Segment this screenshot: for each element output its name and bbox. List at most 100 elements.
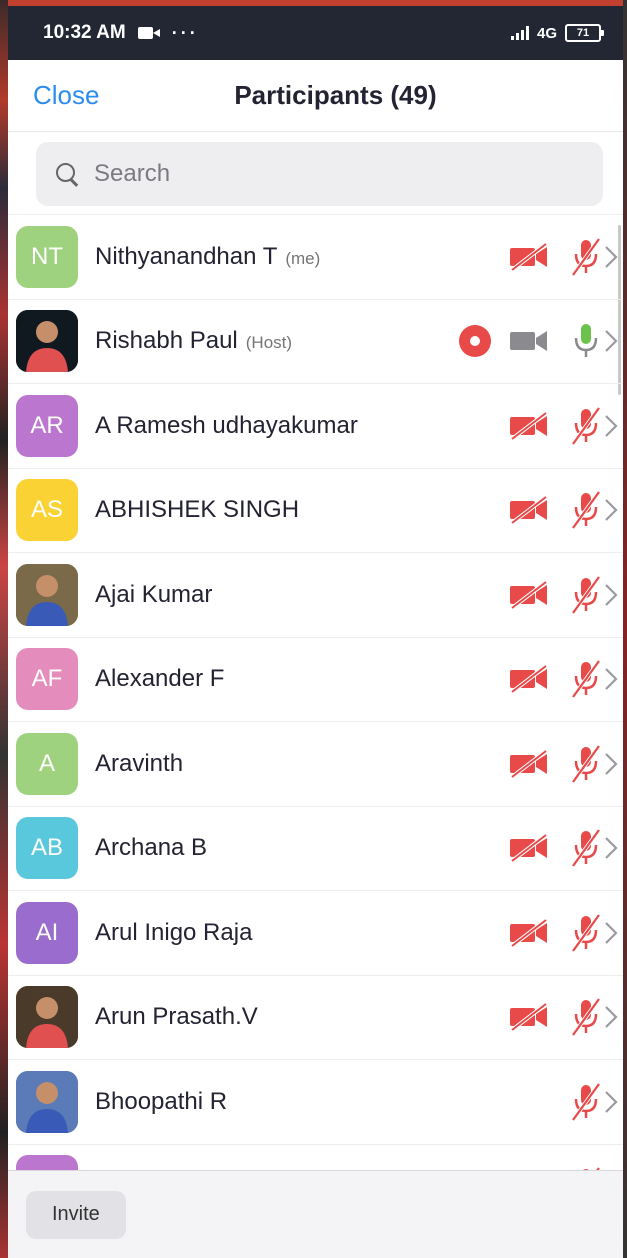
avatar: A: [16, 732, 78, 795]
participant-name: ABHISHEK SINGH: [95, 496, 300, 524]
chevron-right-icon[interactable]: [603, 582, 619, 608]
avatar: NT: [16, 225, 78, 288]
chevron-right-icon[interactable]: [603, 920, 619, 946]
background-wallpaper-right: [623, 0, 627, 1258]
chevron-right-icon[interactable]: [603, 413, 619, 439]
footer: Invite: [8, 1170, 623, 1258]
more-dots-icon: ···: [171, 22, 199, 43]
video-icon[interactable]: [509, 327, 549, 355]
participant-row[interactable]: AR A Ramesh udhayakumar: [8, 384, 623, 469]
participant-controls: [509, 406, 619, 446]
background-wallpaper-left: [0, 0, 8, 1258]
participant-controls: [509, 490, 619, 530]
video-off-icon[interactable]: [509, 242, 549, 271]
avatar: AR: [16, 394, 78, 457]
mic-active-icon[interactable]: [571, 321, 601, 361]
invite-button[interactable]: Invite: [26, 1190, 126, 1239]
participant-row[interactable]: AB Archana B: [8, 807, 623, 891]
participant-row[interactable]: AS ABHISHEK SINGH: [8, 469, 623, 553]
participant-name-group: Arul Inigo Raja: [95, 919, 509, 947]
video-off-icon[interactable]: [509, 1003, 549, 1032]
avatar: AI: [16, 901, 78, 964]
participant-name-group: Nithyanandhan T (me): [95, 243, 509, 271]
mic-muted-icon[interactable]: [571, 490, 601, 530]
search-input[interactable]: [94, 160, 554, 188]
chevron-right-icon[interactable]: [603, 666, 619, 692]
participant-name: Nithyanandhan T: [95, 242, 278, 270]
participant-controls: [509, 237, 619, 277]
participant-row[interactable]: Arun Prasath.V: [8, 976, 623, 1060]
participant-row[interactable]: NT Nithyanandhan T (me): [8, 215, 623, 300]
participant-row[interactable]: Rishabh Paul (Host): [8, 300, 623, 384]
participant-name: A Ramesh udhayakumar: [95, 411, 358, 439]
avatar: [16, 563, 78, 626]
battery-icon: 71: [565, 24, 604, 42]
avatar: AB: [16, 817, 78, 880]
participant-list[interactable]: NT Nithyanandhan T (me) Rishabh Paul (Host) A…: [8, 215, 623, 1183]
chevron-right-icon[interactable]: [603, 244, 619, 270]
participant-row[interactable]: AF Alexander F: [8, 638, 623, 722]
mic-muted-icon[interactable]: [571, 237, 601, 277]
mic-muted-icon[interactable]: [571, 913, 601, 953]
participant-name-group: ABHISHEK SINGH: [95, 496, 509, 524]
participant-name-group: Rishabh Paul (Host): [95, 327, 459, 355]
participant-name: Arun Prasath.V: [95, 1003, 258, 1031]
participant-row[interactable]: Ajai Kumar: [8, 553, 623, 638]
mic-muted-icon[interactable]: [571, 1082, 601, 1122]
mic-muted-icon[interactable]: [571, 575, 601, 615]
participant-name: Arul Inigo Raja: [95, 918, 253, 946]
avatar: AF: [16, 648, 78, 711]
video-off-icon[interactable]: [509, 665, 549, 694]
avatar: AS: [16, 479, 78, 542]
avatar: [16, 986, 78, 1049]
avatar: [16, 310, 78, 373]
participant-role: (Host): [245, 333, 293, 353]
close-button[interactable]: Close: [33, 80, 99, 111]
video-camera-icon: [137, 27, 160, 39]
network-type: 4G: [536, 24, 557, 42]
participant-name-group: Archana B: [95, 834, 509, 862]
video-off-icon[interactable]: [509, 749, 549, 778]
mic-muted-icon[interactable]: [571, 659, 601, 699]
signal-strength-icon: [510, 26, 529, 40]
video-off-icon[interactable]: [509, 834, 549, 863]
header: Close Participants (49): [8, 60, 623, 132]
video-off-icon[interactable]: [509, 496, 549, 525]
mic-muted-icon[interactable]: [571, 997, 601, 1037]
participant-name-group: Aravinth: [95, 750, 509, 778]
page-title: Participants (49): [234, 80, 437, 110]
video-off-icon[interactable]: [509, 580, 549, 609]
participant-name: Rishabh Paul: [95, 327, 238, 355]
chevron-right-icon[interactable]: [603, 751, 619, 777]
chevron-right-icon[interactable]: [603, 1004, 619, 1030]
recording-icon: [459, 325, 491, 358]
mic-muted-icon[interactable]: [571, 744, 601, 784]
participant-name: Alexander F: [95, 665, 225, 693]
search-bar: [8, 132, 623, 215]
search-icon: [54, 161, 80, 187]
chevron-right-icon[interactable]: [603, 1089, 619, 1115]
avatar: [16, 1070, 78, 1133]
participant-row[interactable]: Bhoopathi R: [8, 1060, 623, 1145]
participant-name-group: Alexander F: [95, 665, 509, 693]
participant-controls: [509, 744, 619, 784]
participant-name-group: Arun Prasath.V: [95, 1003, 509, 1031]
mic-muted-icon[interactable]: [571, 828, 601, 868]
mic-muted-icon[interactable]: [571, 406, 601, 446]
video-off-icon[interactable]: [509, 411, 549, 440]
chevron-right-icon[interactable]: [603, 835, 619, 861]
status-bar: 10:32 AM ··· 4G 71: [8, 0, 623, 60]
chevron-right-icon[interactable]: [603, 328, 619, 354]
participant-name-group: Bhoopathi R: [95, 1088, 571, 1116]
battery-level: 71: [576, 27, 590, 39]
participant-controls: [509, 828, 619, 868]
participant-name-group: A Ramesh udhayakumar: [95, 412, 509, 440]
participant-row[interactable]: AI Arul Inigo Raja: [8, 891, 623, 976]
participant-controls: [509, 997, 619, 1037]
video-off-icon[interactable]: [509, 918, 549, 947]
participants-panel: Close Participants (49) NT Nithyanandhan …: [8, 60, 623, 1258]
participant-name: Archana B: [95, 834, 208, 862]
search-box[interactable]: [36, 142, 603, 206]
chevron-right-icon[interactable]: [603, 497, 619, 523]
participant-row[interactable]: A Aravinth: [8, 722, 623, 807]
